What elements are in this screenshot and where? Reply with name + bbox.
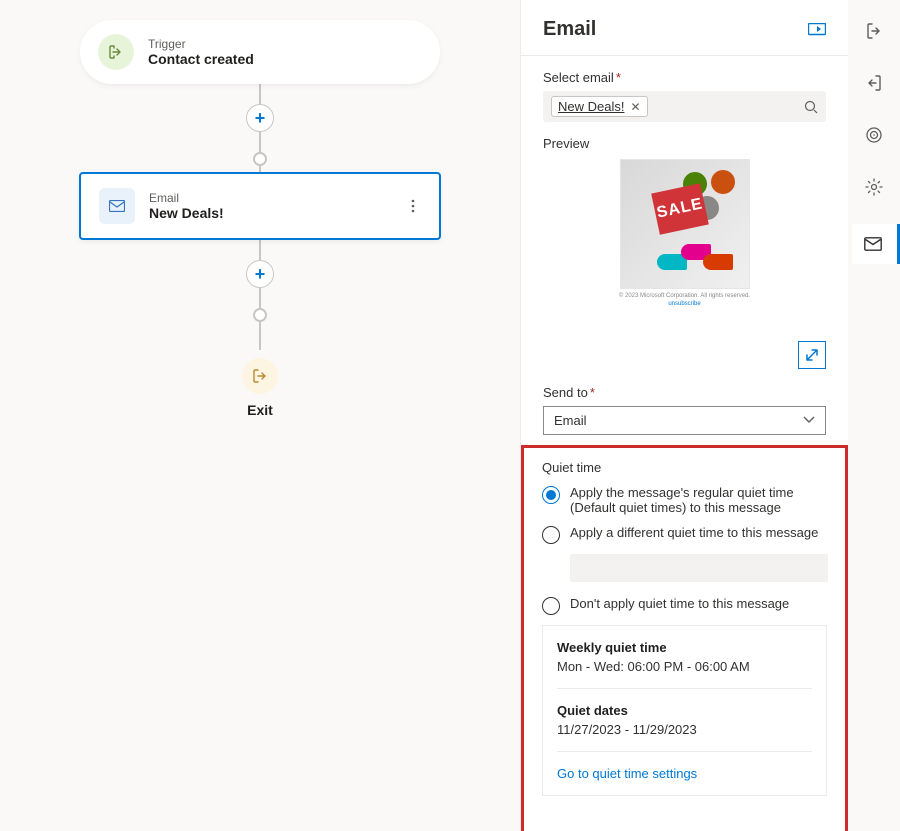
search-icon[interactable]: [804, 100, 818, 114]
quiet-time-label: Quiet time: [542, 460, 827, 475]
tile-more-button[interactable]: [405, 193, 421, 219]
email-tile[interactable]: Email New Deals!: [79, 172, 441, 240]
rail-gear-icon[interactable]: [854, 172, 894, 202]
rail-mail-icon[interactable]: [852, 224, 900, 264]
connector-node-2: [253, 308, 267, 322]
email-preview: SALE © 2023 Microsoft Corporation. All r…: [543, 159, 826, 369]
select-email-label: Select email*: [543, 70, 826, 85]
exit-label: Exit: [0, 402, 520, 418]
selected-email-chip[interactable]: New Deals! ✕: [551, 96, 648, 117]
expand-preview-button[interactable]: [798, 341, 826, 369]
quiet-time-settings-link[interactable]: Go to quiet time settings: [557, 766, 812, 781]
send-to-select[interactable]: Email: [543, 406, 826, 435]
select-email-input[interactable]: New Deals! ✕: [543, 91, 826, 122]
send-to-value: Email: [554, 413, 587, 428]
panel-title: Email: [543, 18, 596, 41]
different-quiet-time-input[interactable]: [570, 554, 828, 582]
add-step-button[interactable]: +: [246, 104, 274, 132]
radio-indicator: [542, 597, 560, 615]
radio-apply-regular[interactable]: Apply the message's regular quiet time (…: [542, 485, 827, 515]
rail-exit-icon[interactable]: [854, 68, 894, 98]
email-properties-panel: Email Select email* New Deals! ✕ Preview…: [520, 0, 848, 831]
radio-apply-different[interactable]: Apply a different quiet time to this mes…: [542, 525, 827, 544]
trigger-type-label: Trigger: [148, 37, 254, 51]
preview-label: Preview: [543, 136, 826, 151]
journey-canvas[interactable]: Trigger Contact created + Email New Deal…: [0, 0, 520, 831]
radio-indicator: [542, 526, 560, 544]
chip-remove-icon[interactable]: ✕: [630, 100, 640, 114]
quiet-dates-header: Quiet dates: [557, 703, 812, 718]
rail-enter-icon[interactable]: [854, 16, 894, 46]
mail-icon: [99, 188, 135, 224]
connector-node: [253, 152, 267, 166]
send-to-label: Send to*: [543, 385, 826, 400]
radio-dont-apply[interactable]: Don't apply quiet time to this message: [542, 596, 827, 615]
side-rail: [848, 0, 900, 831]
exit-tile[interactable]: Exit: [0, 358, 520, 418]
enter-arrow-icon: [98, 34, 134, 70]
email-title: New Deals!: [149, 205, 224, 221]
panel-header-action-icon[interactable]: [808, 23, 826, 37]
chevron-down-icon: [803, 416, 815, 424]
exit-arrow-icon: [242, 358, 278, 394]
radio-indicator-checked: [542, 486, 560, 504]
preview-thumbnail: SALE: [620, 159, 750, 289]
email-type-label: Email: [149, 191, 224, 205]
weekly-quiet-header: Weekly quiet time: [557, 640, 812, 655]
chip-text: New Deals!: [558, 99, 624, 114]
quiet-time-summary: Weekly quiet time Mon - Wed: 06:00 PM - …: [542, 625, 827, 796]
quiet-time-highlight-frame: Quiet time Apply the message's regular q…: [521, 445, 848, 831]
trigger-title: Contact created: [148, 51, 254, 67]
quiet-dates-value: 11/27/2023 - 11/29/2023: [557, 722, 812, 737]
add-step-button-2[interactable]: +: [246, 260, 274, 288]
rail-target-icon[interactable]: [854, 120, 894, 150]
weekly-quiet-value: Mon - Wed: 06:00 PM - 06:00 AM: [557, 659, 812, 674]
trigger-tile[interactable]: Trigger Contact created: [80, 20, 440, 84]
